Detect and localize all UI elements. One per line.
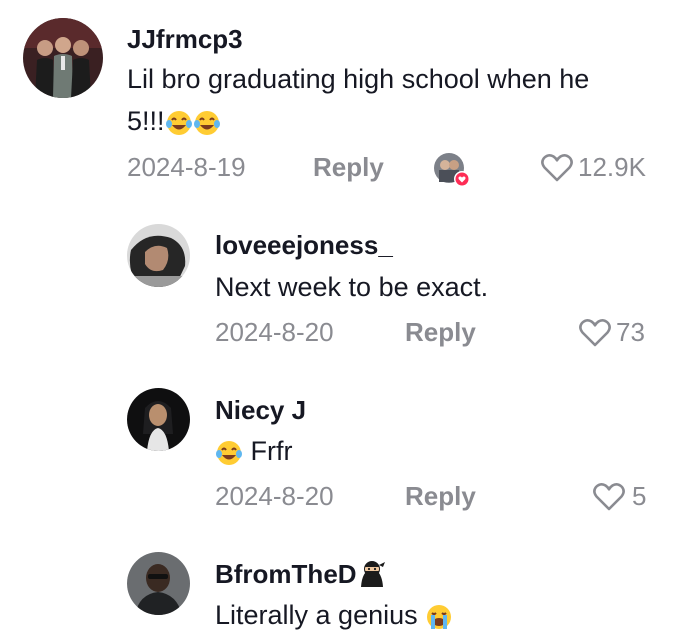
ninja-emoji-icon <box>360 561 385 587</box>
avatar[interactable] <box>23 18 103 98</box>
like-count: 12.9K <box>578 152 646 182</box>
tears-of-joy-emoji-icon <box>216 440 242 465</box>
reply-item: BfromTheD Literally a genius <box>0 540 676 644</box>
like-count: 73 <box>616 317 645 347</box>
reply-item: loveeejoness_ Next week to be exact. 202… <box>0 200 676 370</box>
tears-of-joy-emoji-icon <box>165 110 192 135</box>
loudly-crying-emoji-icon <box>427 604 452 629</box>
comment-text-line: Lil bro graduating high school when he <box>127 64 590 94</box>
comment-date: 2024-8-19 <box>127 152 246 182</box>
comment-text: Lil bro graduating high school when he 5… <box>127 58 657 142</box>
avatar[interactable] <box>127 552 190 615</box>
comment-text: Frfr <box>215 430 293 472</box>
comment-text: Next week to be exact. <box>215 272 489 302</box>
comment-username[interactable]: BfromTheD <box>215 559 387 590</box>
comment-username[interactable]: Niecy J <box>215 395 306 426</box>
comment-username-text: BfromTheD <box>215 559 357 589</box>
heart-outline-icon[interactable] <box>592 482 626 512</box>
comment-text: Literally a genius <box>215 594 453 636</box>
comments-panel: JJfrmcp3 Lil bro graduating high school … <box>0 0 676 644</box>
reply-button[interactable]: Reply <box>405 317 476 348</box>
comment-text-line-2: 5!!! <box>127 100 657 142</box>
reply-item: Niecy J Frfr 2024-8-20 Reply 5 <box>0 370 676 540</box>
tears-of-joy-emoji-icon <box>193 110 220 135</box>
like-count: 5 <box>632 481 647 511</box>
comment-date: 2024-8-20 <box>215 317 334 347</box>
avatar[interactable] <box>127 388 190 451</box>
comment-text-body: Frfr <box>250 436 293 466</box>
comment-text-body: Literally a genius <box>215 600 418 630</box>
comment-username[interactable]: JJfrmcp3 <box>127 24 243 55</box>
comment-username[interactable]: loveeejoness_ <box>215 230 393 261</box>
comment-item: JJfrmcp3 Lil bro graduating high school … <box>0 0 676 200</box>
comment-date: 2024-8-20 <box>215 481 334 511</box>
avatar[interactable] <box>127 224 190 287</box>
heart-outline-icon[interactable] <box>578 318 612 348</box>
comment-text-emphasis: 5!!! <box>127 106 165 136</box>
heart-outline-icon[interactable] <box>540 153 574 183</box>
creator-liked-badge <box>433 152 471 188</box>
reply-button[interactable]: Reply <box>405 481 476 512</box>
reply-button[interactable]: Reply <box>313 152 384 183</box>
